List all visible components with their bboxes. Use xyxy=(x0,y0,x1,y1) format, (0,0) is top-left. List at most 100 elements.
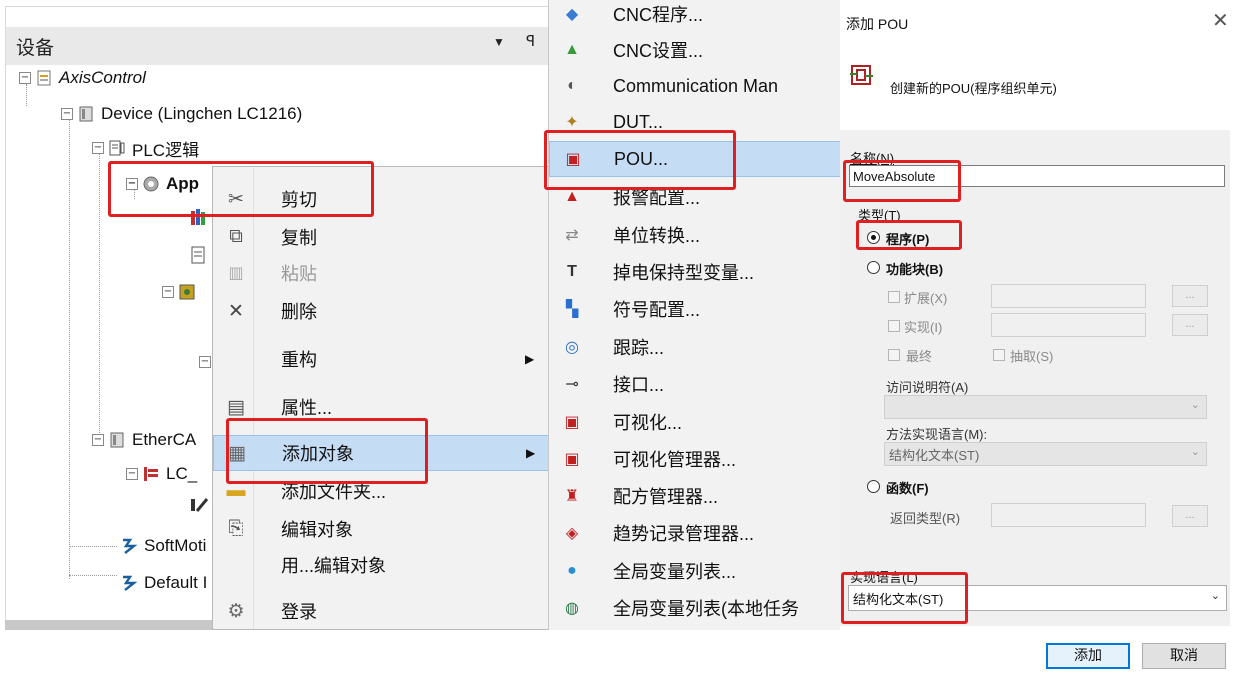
submenu-item-persistent-vars[interactable]: T 掉电保持型变量... xyxy=(549,254,840,290)
tree-item-label: Default I xyxy=(144,573,208,592)
final-checkbox[interactable] xyxy=(888,349,900,361)
menu-item-add-object[interactable]: ▦ 添加对象 ▶ xyxy=(213,435,551,471)
tree-item-device[interactable]: − Device (Lingchen LC1216) xyxy=(61,101,302,127)
softmotion-icon xyxy=(123,538,138,554)
submenu-item-label: 可视化... xyxy=(613,413,683,433)
collapse-icon[interactable]: − xyxy=(19,72,31,84)
submenu-item-dut[interactable]: ✦ DUT... xyxy=(549,104,840,140)
add-object-submenu: ◆ CNC程序... ▲ CNC设置... ◐ Communication Ma… xyxy=(548,0,840,630)
submenu-item-recipe-manager[interactable]: ♜ 配方管理器... xyxy=(549,478,840,514)
menu-item-cut[interactable]: ✂ 剪切 xyxy=(213,181,551,217)
axis-icon[interactable] xyxy=(189,495,211,515)
tree-item-lc-slave[interactable]: − LC_ xyxy=(126,461,197,487)
menu-item-edit-object-with[interactable]: 用...编辑对象 xyxy=(213,547,551,583)
menu-item-paste[interactable]: ▥ 粘贴 xyxy=(213,255,551,291)
access-specifier-select[interactable]: ⌄ xyxy=(884,395,1207,419)
collapse-icon[interactable]: − xyxy=(199,356,211,368)
tree-item-softmotion[interactable]: SoftMoti xyxy=(120,533,206,559)
submenu-item-trace[interactable]: ◎ 跟踪... xyxy=(549,329,840,365)
program-radio[interactable] xyxy=(867,231,880,244)
menu-item-edit-object[interactable]: ⎘ 编辑对象 xyxy=(213,511,551,547)
program-file-icon[interactable] xyxy=(189,245,209,265)
extends-browse-button[interactable]: ... xyxy=(1172,285,1208,307)
device-icon xyxy=(79,106,93,122)
implements-checkbox[interactable] xyxy=(888,320,900,332)
menu-item-login[interactable]: ⚙ 登录 xyxy=(213,593,551,629)
tree-item-axiscontrol[interactable]: − AxisControl xyxy=(19,65,146,91)
unit-conversion-icon: ⇄ xyxy=(565,227,579,244)
collapse-icon[interactable]: − xyxy=(162,286,174,298)
submenu-item-gvl[interactable]: ● 全局变量列表... xyxy=(549,553,840,589)
method-language-select[interactable]: 结构化文本(ST) ⌄ xyxy=(884,442,1207,466)
ethercat-slave-icon xyxy=(144,467,158,481)
tree-item-default[interactable]: Default I xyxy=(120,570,207,596)
function-radio-label: 函数(F) xyxy=(886,481,929,496)
menu-item-refactor[interactable]: 重构 ▶ xyxy=(213,341,551,377)
extends-input[interactable] xyxy=(991,284,1146,308)
collapse-icon[interactable]: − xyxy=(92,142,104,154)
tree-item-plc-logic[interactable]: − PLC逻辑 xyxy=(92,135,199,161)
submenu-item-label: 跟踪... xyxy=(613,338,665,358)
menu-item-label: 属性... xyxy=(281,398,333,418)
cnc-settings-icon: ▲ xyxy=(564,41,580,58)
library-manager-icon[interactable] xyxy=(189,207,209,227)
submenu-item-gvl-local[interactable]: ◍ 全局变量列表(本地任务 xyxy=(549,590,840,626)
add-pou-dialog: 添加 POU ✕ 创建新的POU(程序组织单元) 名称(N) MoveAbsol… xyxy=(840,0,1241,673)
pin-icon[interactable]: ꟼ xyxy=(526,32,535,50)
return-type-input[interactable] xyxy=(991,503,1146,527)
submenu-item-alarm[interactable]: ▲ 报警配置... xyxy=(549,179,840,215)
visu-manager-icon: ▣ xyxy=(564,451,580,468)
menu-item-copy[interactable]: ⧉ 复制 xyxy=(213,219,551,255)
method-language-label: 方法实现语言(M): xyxy=(886,427,988,442)
alarm-icon: ▲ xyxy=(564,188,580,205)
plc-logic-icon xyxy=(109,140,125,156)
function-radio[interactable] xyxy=(867,480,880,493)
tree-item-ethercat[interactable]: − EtherCA xyxy=(92,427,196,453)
add-button[interactable]: 添加 xyxy=(1046,643,1130,669)
collapse-icon[interactable]: − xyxy=(126,178,138,190)
scissors-icon: ✂ xyxy=(228,188,244,210)
submenu-item-unit-conversion[interactable]: ⇄ 单位转换... xyxy=(549,217,840,253)
collapse-icon[interactable]: − xyxy=(126,468,138,480)
menu-item-label: 复制 xyxy=(281,228,317,248)
submenu-item-visu-manager[interactable]: ▣ 可视化管理器... xyxy=(549,441,840,477)
submenu-item-cnc-settings[interactable]: ▲ CNC设置... xyxy=(549,32,840,68)
submenu-item-visualization[interactable]: ▣ 可视化... xyxy=(549,404,840,440)
pou-icon: ▣ xyxy=(565,151,581,168)
implementation-language-select[interactable]: 结构化文本(ST) ⌄ xyxy=(848,585,1227,611)
submenu-item-symbol-config[interactable]: ▚ 符号配置... xyxy=(549,291,840,327)
submenu-item-label: 配方管理器... xyxy=(613,487,719,507)
implements-browse-button[interactable]: ... xyxy=(1172,314,1208,336)
menu-item-add-folder[interactable]: ▬ 添加文件夹... xyxy=(213,473,551,509)
trend-icon: ◈ xyxy=(565,525,579,542)
submenu-item-trend-manager[interactable]: ◈ 趋势记录管理器... xyxy=(549,515,840,551)
extends-checkbox[interactable] xyxy=(888,291,900,303)
collapse-icon[interactable]: − xyxy=(61,108,73,120)
type-label: 类型(T) xyxy=(858,208,901,223)
persistent-vars-icon: T xyxy=(567,263,577,280)
submenu-item-interface[interactable]: ⊸ 接口... xyxy=(549,366,840,402)
submenu-item-pou[interactable]: ▣ POU... xyxy=(549,141,840,177)
return-type-label: 返回类型(R) xyxy=(890,511,961,526)
collapse-icon[interactable]: − xyxy=(92,434,104,446)
menu-item-properties[interactable]: ▤ 属性... xyxy=(213,389,551,425)
implements-input[interactable] xyxy=(991,313,1146,337)
submenu-item-cnc-program[interactable]: ◆ CNC程序... xyxy=(549,0,840,32)
function-block-radio[interactable] xyxy=(867,261,880,274)
name-input[interactable]: MoveAbsolute xyxy=(849,165,1225,187)
symbol-config-icon: ▚ xyxy=(565,301,579,318)
submenu-item-communication[interactable]: ◐ Communication Man xyxy=(549,68,840,104)
cancel-button[interactable]: 取消 xyxy=(1142,643,1226,669)
pane-dropdown-icon[interactable]: ▼ xyxy=(493,35,505,49)
add-object-icon: ▦ xyxy=(228,442,246,464)
abstract-checkbox[interactable] xyxy=(993,349,1005,361)
implementation-language-label: 实现语言(L) xyxy=(850,570,918,585)
properties-icon: ▤ xyxy=(227,396,245,418)
submenu-item-label: 符号配置... xyxy=(613,300,701,320)
tree-item-application[interactable]: − App xyxy=(126,171,199,197)
submenu-item-label: 掉电保持型变量... xyxy=(613,263,755,283)
close-icon[interactable]: ✕ xyxy=(1212,8,1229,33)
tree-item-task-config[interactable]: − xyxy=(162,279,202,305)
return-type-browse-button[interactable]: ... xyxy=(1172,505,1208,527)
menu-item-delete[interactable]: ✕ 删除 xyxy=(213,293,551,329)
